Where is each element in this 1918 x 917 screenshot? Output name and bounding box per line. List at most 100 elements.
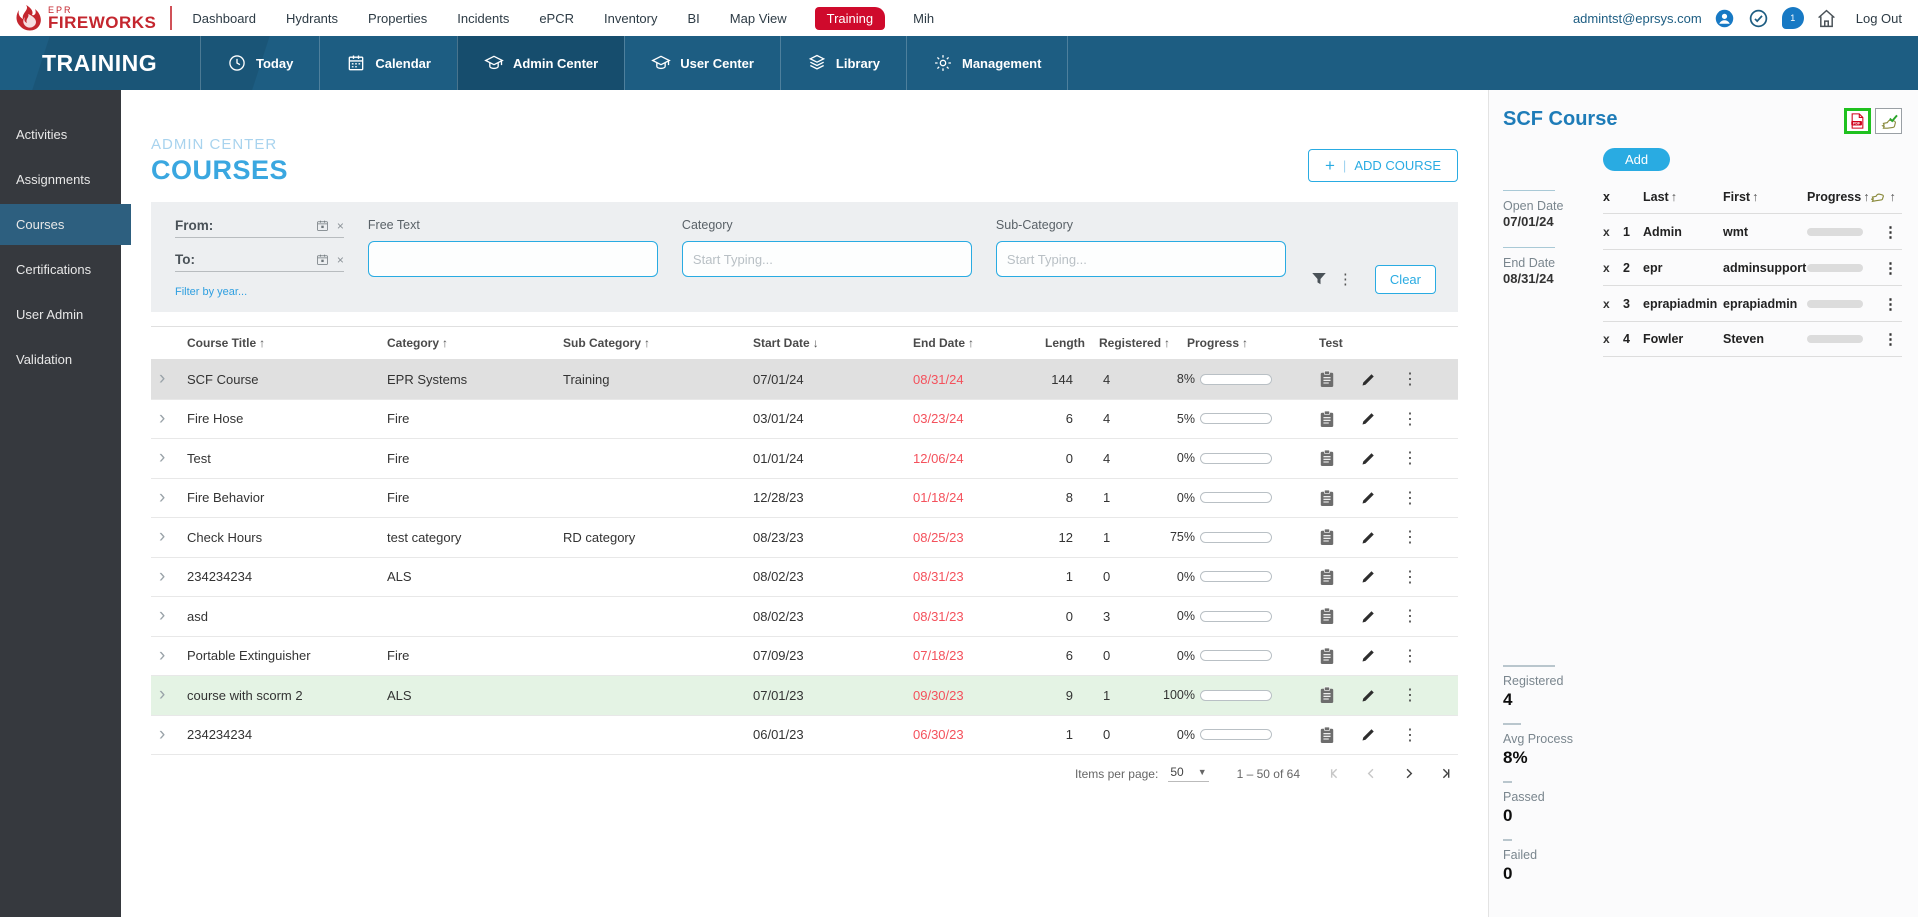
test-clipboard-icon[interactable] [1319,726,1335,744]
next-page-button[interactable] [1400,765,1417,782]
participant-row[interactable]: x 3 eprapiadmin eprapiadmin ⋮ [1603,285,1902,321]
top-nav-item[interactable]: Inventory [602,8,659,29]
row-menu-icon[interactable]: ⋮ [1402,646,1418,666]
edit-pencil-icon[interactable] [1361,411,1376,426]
row-menu-icon[interactable]: ⋮ [1402,527,1418,547]
participant-menu-icon[interactable]: ⋮ [1869,223,1902,241]
row-menu-icon[interactable]: ⋮ [1402,567,1418,587]
previous-page-button[interactable] [1363,765,1380,782]
expand-row-icon[interactable]: › [151,688,187,702]
remove-participant-icon[interactable]: x [1603,261,1623,275]
row-menu-icon[interactable]: ⋮ [1402,685,1418,705]
col-category[interactable]: Category↑ [387,336,563,350]
filter-funnel-icon[interactable] [1310,270,1328,288]
edit-pencil-icon[interactable] [1361,451,1376,466]
expand-row-icon[interactable]: › [151,451,187,465]
subcategory-input[interactable] [996,241,1286,277]
top-nav-item[interactable]: Incidents [455,8,511,29]
home-icon[interactable] [1816,7,1838,29]
remove-participant-icon[interactable]: x [1603,297,1623,311]
col-end-date[interactable]: End Date↑ [913,336,1043,350]
participant-row[interactable]: x 4 Fowler Steven ⋮ [1603,321,1902,357]
epr-fireworks-logo[interactable]: EPR FIREWORKS [16,4,156,32]
module-tab-management[interactable]: Management [906,36,1068,90]
col-participant-progress[interactable]: Progress ↑ ↑ [1807,190,1902,204]
row-menu-icon[interactable]: ⋮ [1402,448,1418,468]
top-nav-item[interactable]: Map View [728,8,789,29]
participant-row[interactable]: x 1 Admin wmt ⋮ [1603,213,1902,249]
free-text-input[interactable] [368,241,658,277]
test-clipboard-icon[interactable] [1319,528,1335,546]
col-course-title[interactable]: Course Title↑ [187,336,387,350]
add-participant-button[interactable]: Add [1603,148,1670,171]
top-nav-item[interactable]: BI [686,8,702,29]
sidebar-item-certifications[interactable]: Certifications [0,249,121,290]
test-clipboard-icon[interactable] [1319,686,1335,704]
top-nav-item[interactable]: Hydrants [284,8,340,29]
course-row[interactable]: › asd 08/02/23 08/31/23 0 3 0% ⋮ [151,597,1458,637]
expand-row-icon[interactable]: › [151,728,187,742]
logout-button[interactable]: Log Out [1856,11,1902,26]
test-clipboard-icon[interactable] [1319,449,1335,467]
top-nav-item[interactable]: Properties [366,8,429,29]
course-row[interactable]: › Check Hours test category RD category … [151,518,1458,558]
course-row[interactable]: › 234234234 ALS 08/02/23 08/31/23 1 0 0%… [151,558,1458,598]
module-tab-today[interactable]: Today [200,36,319,90]
course-row[interactable]: › course with scorm 2 ALS 07/01/23 09/30… [151,676,1458,716]
pdf-export-icon[interactable]: PDF [1844,108,1871,134]
col-last[interactable]: Last↑ [1643,190,1723,204]
module-tab-library[interactable]: Library [780,36,906,90]
clear-filters-button[interactable]: Clear [1375,265,1436,294]
expand-row-icon[interactable]: › [151,372,187,386]
edit-pencil-icon[interactable] [1361,609,1376,624]
row-menu-icon[interactable]: ⋮ [1402,369,1418,389]
expand-row-icon[interactable]: › [151,570,187,584]
col-sub-category[interactable]: Sub Category↑ [563,336,753,350]
notifications-icon[interactable]: 1 [1782,7,1804,29]
module-tab-calendar[interactable]: Calendar [319,36,457,90]
filter-by-year-link[interactable]: Filter by year... [175,286,344,298]
row-menu-icon[interactable]: ⋮ [1402,488,1418,508]
test-clipboard-icon[interactable] [1319,370,1335,388]
expand-row-icon[interactable]: › [151,609,187,623]
course-row[interactable]: › Portable Extinguisher Fire 07/09/23 07… [151,637,1458,677]
to-date-field[interactable]: To: × [175,252,344,272]
sidebar-item-user-admin[interactable]: User Admin [0,294,121,335]
test-clipboard-icon[interactable] [1319,489,1335,507]
edit-pencil-icon[interactable] [1361,727,1376,742]
test-clipboard-icon[interactable] [1319,607,1335,625]
last-page-button[interactable] [1437,765,1454,782]
clear-to-date-icon[interactable]: × [337,253,344,267]
sidebar-item-activities[interactable]: Activities [0,114,121,155]
row-menu-icon[interactable]: ⋮ [1402,409,1418,429]
sign-off-hand-icon[interactable] [1875,108,1902,134]
participant-menu-icon[interactable]: ⋮ [1869,259,1902,277]
clear-from-date-icon[interactable]: × [337,219,344,233]
edit-pencil-icon[interactable] [1361,648,1376,663]
test-clipboard-icon[interactable] [1319,568,1335,586]
course-row[interactable]: › Fire Hose Fire 03/01/24 03/23/24 6 4 5… [151,400,1458,440]
participant-menu-icon[interactable]: ⋮ [1869,330,1902,348]
course-row[interactable]: › Test Fire 01/01/24 12/06/24 0 4 0% ⋮ [151,439,1458,479]
col-registered[interactable]: Registered↑ [1099,336,1155,350]
participant-row[interactable]: x 2 epr adminsupport ⋮ [1603,249,1902,285]
course-row[interactable]: › 234234234 06/01/23 06/30/23 1 0 0% ⋮ [151,716,1458,756]
test-clipboard-icon[interactable] [1319,410,1335,428]
calendar-icon[interactable] [316,219,329,232]
from-date-field[interactable]: From: × [175,218,344,238]
test-clipboard-icon[interactable] [1319,647,1335,665]
category-input[interactable] [682,241,972,277]
remove-participant-icon[interactable]: x [1603,225,1623,239]
user-avatar-icon[interactable] [1714,7,1736,29]
sidebar-item-assignments[interactable]: Assignments [0,159,121,200]
check-circle-icon[interactable] [1748,7,1770,29]
remove-participant-icon[interactable]: x [1603,332,1623,346]
items-per-page-select[interactable]: 50 ▼ [1168,765,1208,782]
add-course-button[interactable]: + | ADD COURSE [1308,149,1458,182]
edit-pencil-icon[interactable] [1361,688,1376,703]
col-length[interactable]: Length [1043,336,1099,350]
user-email[interactable]: admintst@eprsys.com [1573,11,1702,26]
first-page-button[interactable] [1326,765,1343,782]
module-tab-user-center[interactable]: User Center [624,36,780,90]
col-progress[interactable]: Progress↑ [1155,336,1305,350]
